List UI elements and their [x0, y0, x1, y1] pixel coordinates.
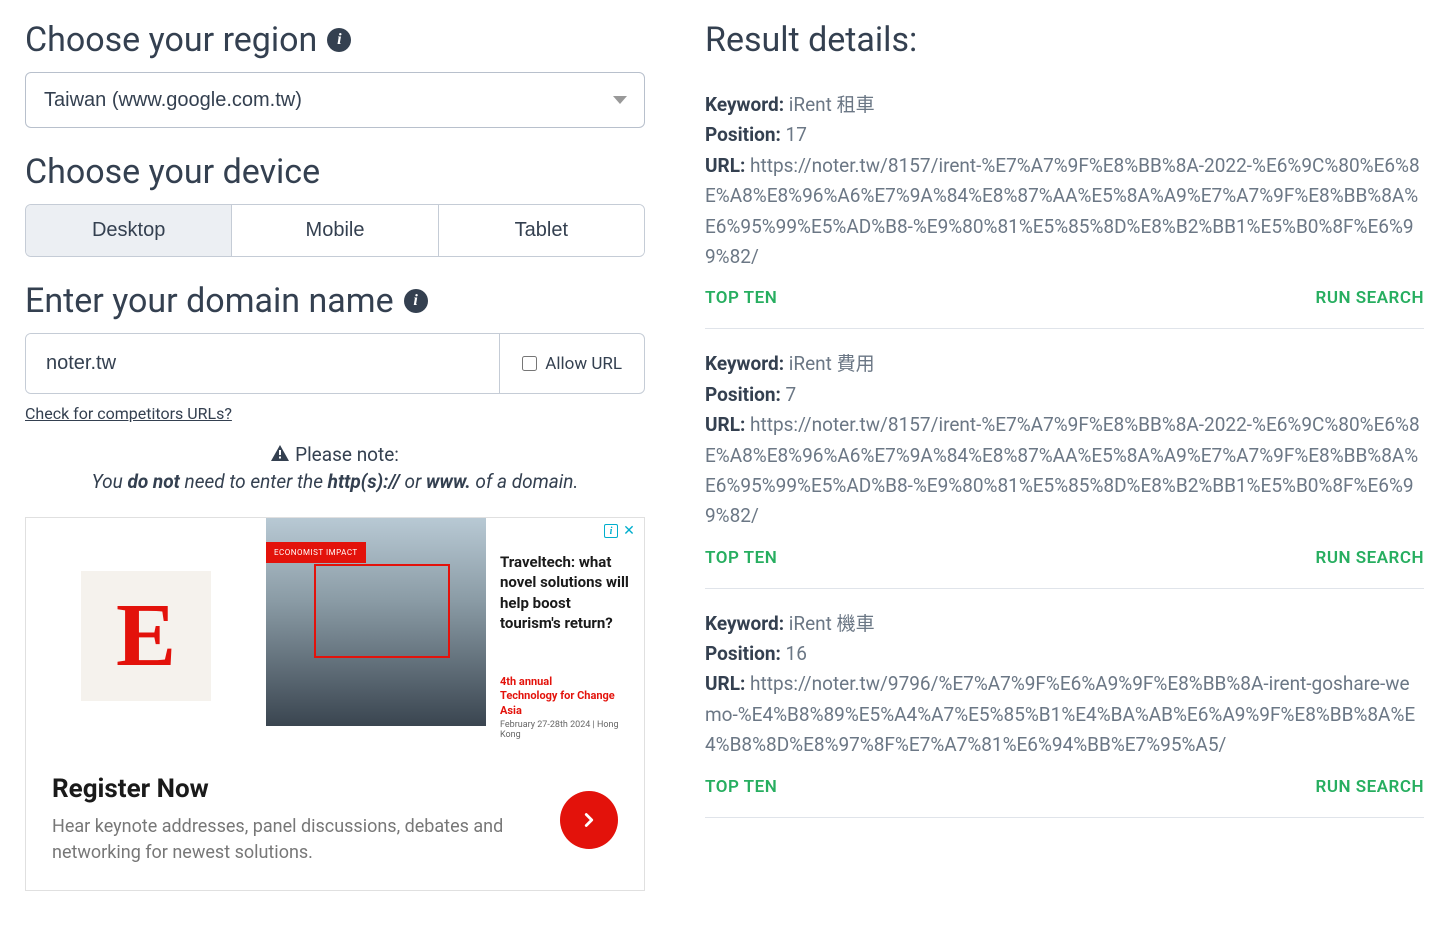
warning-icon	[271, 443, 289, 466]
device-tab-mobile[interactable]: Mobile	[232, 205, 438, 256]
ad-logo: E	[26, 518, 266, 754]
result-keyword: Keyword: iRent 費用	[705, 349, 1424, 379]
info-icon[interactable]: i	[327, 28, 351, 52]
top-ten-link[interactable]: TOP TEN	[705, 548, 777, 568]
ad-description: Hear keynote addresses, panel discussion…	[52, 814, 540, 866]
note-block: Please note: You do not need to enter th…	[25, 443, 645, 493]
ad-register-title: Register Now	[52, 774, 540, 804]
device-tab-desktop[interactable]: Desktop	[26, 205, 232, 256]
top-ten-link[interactable]: TOP TEN	[705, 777, 777, 797]
results-heading: Result details:	[705, 20, 1424, 60]
ad-arrow-button[interactable]	[560, 791, 618, 849]
device-tab-tablet[interactable]: Tablet	[439, 205, 644, 256]
domain-input[interactable]	[26, 334, 499, 393]
run-search-link[interactable]: RUN SEARCH	[1316, 288, 1424, 308]
result-position: Position: 7	[705, 380, 1424, 410]
allow-url-label[interactable]: Allow URL	[499, 334, 644, 393]
allow-url-checkbox[interactable]	[522, 356, 537, 371]
result-url: URL: https://noter.tw/9796/%E7%A7%9F%E6%…	[705, 669, 1424, 760]
result-keyword: Keyword: iRent 租車	[705, 90, 1424, 120]
ad-box[interactable]: E ECONOMIST IMPACT i ✕ Traveltech: what …	[25, 517, 645, 891]
result-keyword: Keyword: iRent 機車	[705, 609, 1424, 639]
region-heading-text: Choose your region	[25, 20, 317, 60]
run-search-link[interactable]: RUN SEARCH	[1316, 777, 1424, 797]
result-position: Position: 16	[705, 639, 1424, 669]
result-item: Keyword: iRent 費用Position: 7URL: https:/…	[705, 349, 1424, 588]
result-url: URL: https://noter.tw/8157/irent-%E7%A7%…	[705, 410, 1424, 532]
competitors-link[interactable]: Check for competitors URLs?	[25, 404, 232, 423]
note-text: You do not need to enter the http(s):// …	[25, 470, 645, 493]
device-heading-text: Choose your device	[25, 152, 320, 192]
ad-event-sub: February 27-28th 2024 | Hong Kong	[500, 720, 630, 740]
device-tabs: Desktop Mobile Tablet	[25, 204, 645, 257]
top-ten-link[interactable]: TOP TEN	[705, 288, 777, 308]
ad-headline: Traveltech: what novel solutions will he…	[500, 552, 630, 633]
region-select-wrapper: Taiwan (www.google.com.tw)	[25, 72, 645, 128]
close-ad-icon[interactable]: ✕	[622, 524, 636, 538]
result-url: URL: https://noter.tw/8157/irent-%E7%A7%…	[705, 151, 1424, 273]
domain-heading-text: Enter your domain name	[25, 281, 394, 321]
device-heading: Choose your device	[25, 152, 645, 192]
note-title-text: Please note:	[295, 443, 399, 466]
note-title: Please note:	[271, 443, 399, 466]
ad-controls: i ✕	[604, 524, 636, 538]
ad-badge: ECONOMIST IMPACT	[266, 542, 366, 563]
result-item: Keyword: iRent 租車Position: 17URL: https:…	[705, 90, 1424, 329]
result-position: Position: 17	[705, 120, 1424, 150]
region-heading: Choose your region i	[25, 20, 645, 60]
info-icon[interactable]: i	[404, 289, 428, 313]
domain-heading: Enter your domain name i	[25, 281, 645, 321]
ad-event: 4th annual Technology for Change Asia	[500, 675, 630, 718]
domain-row: Allow URL	[25, 333, 645, 394]
adchoices-icon[interactable]: i	[604, 524, 618, 538]
ad-image: ECONOMIST IMPACT	[266, 518, 486, 726]
region-select[interactable]: Taiwan (www.google.com.tw)	[25, 72, 645, 128]
result-item: Keyword: iRent 機車Position: 16URL: https:…	[705, 609, 1424, 818]
allow-url-text: Allow URL	[545, 354, 622, 374]
run-search-link[interactable]: RUN SEARCH	[1316, 548, 1424, 568]
